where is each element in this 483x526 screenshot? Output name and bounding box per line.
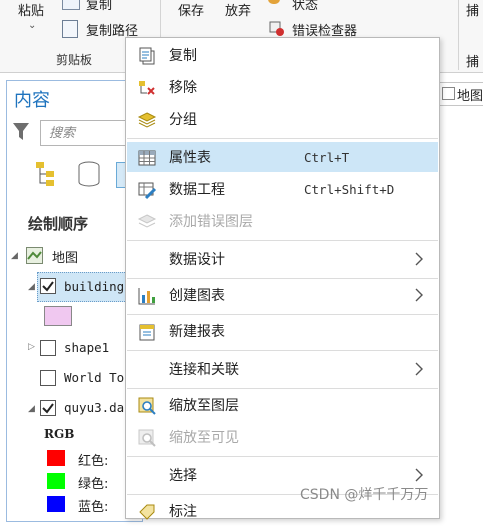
rgb-label: RGB bbox=[44, 427, 75, 441]
menu-item-label: 选择 bbox=[169, 468, 197, 484]
report-icon bbox=[137, 322, 157, 342]
menu-item-data-engineering[interactable]: 数据工程 Ctrl+Shift+D bbox=[127, 174, 438, 204]
chevron-right-icon bbox=[414, 362, 424, 376]
green-swatch[interactable] bbox=[47, 473, 65, 489]
menu-item-create-chart[interactable]: 创建图表 bbox=[127, 280, 438, 310]
menu-item-zoom-to-visible: 缩放至可见 bbox=[127, 422, 438, 452]
menu-item-data-design[interactable]: 数据设计 bbox=[127, 244, 438, 274]
layer-name-quyu3: quyu3.da bbox=[64, 400, 125, 415]
blue-label: 蓝色: bbox=[78, 500, 109, 515]
paste-button[interactable]: 粘贴 bbox=[18, 0, 44, 19]
menu-item-label: 数据工程 bbox=[169, 182, 225, 198]
layer-checkbox[interactable] bbox=[40, 278, 56, 294]
red-label: 红色: bbox=[78, 454, 109, 469]
chevron-right-icon bbox=[414, 468, 424, 482]
menu-item-label: 复制 bbox=[169, 48, 197, 64]
watermark: CSDN @烊千千万万 bbox=[300, 487, 429, 503]
menu-item-label: 创建图表 bbox=[169, 288, 225, 304]
menu-item-zoom-to-layer[interactable]: 缩放至图层 bbox=[127, 390, 438, 420]
menu-item-label: 数据设计 bbox=[169, 252, 225, 268]
green-label: 绿色: bbox=[78, 477, 109, 492]
label-icon bbox=[137, 502, 157, 522]
expand-triangle-icon[interactable]: ▷ bbox=[28, 342, 35, 352]
menu-item-shortcut: Ctrl+Shift+D bbox=[304, 181, 395, 197]
pane-title: 内容 bbox=[14, 90, 50, 111]
copy-button[interactable]: 复制 bbox=[86, 0, 112, 13]
layer-name-building: building bbox=[64, 279, 125, 294]
chart-icon bbox=[137, 286, 157, 306]
add-error-layer-icon bbox=[137, 212, 157, 232]
menu-item-label: 连接和关联 bbox=[169, 362, 239, 378]
clipboard-group-label: 剪贴板 bbox=[56, 53, 93, 67]
menu-item-label: 缩放至可见 bbox=[169, 430, 239, 446]
discard-button[interactable]: 放弃 bbox=[225, 0, 251, 19]
layer-name-world: World To bbox=[64, 370, 125, 385]
menu-item-label: 标注 bbox=[169, 504, 197, 520]
menu-separator bbox=[127, 278, 438, 279]
copy-path-icon bbox=[62, 20, 78, 38]
menu-separator bbox=[127, 456, 438, 457]
chevron-down-icon[interactable]: ⌄ bbox=[28, 20, 36, 31]
copy-icon bbox=[62, 0, 80, 10]
status-button[interactable]: 状态 bbox=[292, 0, 318, 13]
menu-item-new-report[interactable]: 新建报表 bbox=[127, 316, 438, 346]
context-menu: 复制 移除 分组 属性表 Ctrl+T 数据工程 Ctrl+Shift+D 添加… bbox=[125, 37, 440, 522]
menu-item-joins-relates[interactable]: 连接和关联 bbox=[127, 354, 438, 384]
save-button[interactable]: 保存 bbox=[178, 0, 204, 19]
copy-icon bbox=[137, 46, 157, 66]
menu-item-label: 移除 bbox=[169, 80, 197, 96]
chevron-right-icon bbox=[414, 288, 424, 302]
menu-item-group[interactable]: 分组 bbox=[127, 104, 438, 134]
menu-separator bbox=[127, 240, 438, 241]
collapse-triangle-icon[interactable]: ◢ bbox=[11, 251, 18, 261]
menu-item-copy[interactable]: 复制 bbox=[127, 40, 438, 70]
drawing-order-heading: 绘制顺序 bbox=[28, 215, 89, 233]
menu-separator bbox=[127, 314, 438, 315]
data-engineering-icon bbox=[137, 180, 157, 200]
menu-item-label: 新建报表 bbox=[169, 324, 225, 340]
menu-item-remove[interactable]: 移除 bbox=[127, 72, 438, 102]
map-icon bbox=[442, 87, 455, 100]
menu-item-label: 分组 bbox=[169, 112, 197, 128]
list-by-source-icon[interactable] bbox=[76, 160, 102, 188]
menu-separator bbox=[127, 138, 438, 139]
layer-checkbox[interactable] bbox=[40, 400, 56, 416]
collapse-triangle-icon[interactable]: ◢ bbox=[28, 404, 35, 414]
symbol-swatch[interactable] bbox=[44, 306, 72, 326]
red-swatch[interactable] bbox=[47, 450, 65, 466]
menu-item-add-error-layer: 添加错误图层 bbox=[127, 206, 438, 236]
menu-separator bbox=[127, 388, 438, 389]
remove-icon bbox=[137, 78, 157, 98]
zoom-to-layer-icon bbox=[137, 396, 157, 416]
group-icon bbox=[137, 110, 157, 130]
attribute-table-icon bbox=[137, 148, 157, 168]
menu-item-label: 添加错误图层 bbox=[169, 214, 253, 230]
layer-checkbox[interactable] bbox=[40, 370, 56, 386]
collapse-triangle-icon[interactable]: ◢ bbox=[28, 282, 35, 292]
layer-name-shape1: shape1 bbox=[64, 340, 110, 355]
tab-map[interactable]: 地图 bbox=[438, 82, 483, 106]
tab-map-label: 地图 bbox=[457, 89, 483, 104]
capture-group-label: 捕 bbox=[466, 55, 480, 70]
menu-item-label: 缩放至图层 bbox=[169, 398, 239, 414]
chevron-right-icon bbox=[414, 252, 424, 266]
map-node-label[interactable]: 地图 bbox=[52, 247, 78, 266]
menu-item-label: 属性表 bbox=[169, 150, 211, 166]
list-by-drawing-order-icon[interactable] bbox=[34, 160, 64, 188]
menu-item-shortcut: Ctrl+T bbox=[304, 149, 350, 165]
ribbon-divider-2 bbox=[458, 0, 459, 70]
layer-checkbox[interactable] bbox=[40, 340, 56, 356]
menu-separator bbox=[127, 350, 438, 351]
menu-item-attribute-table[interactable]: 属性表 Ctrl+T bbox=[127, 142, 438, 172]
filter-icon[interactable] bbox=[12, 122, 30, 140]
search-input[interactable]: 搜索 bbox=[40, 120, 136, 146]
capture-button[interactable]: 捕 bbox=[466, 0, 479, 19]
blue-swatch[interactable] bbox=[47, 496, 65, 512]
error-inspector-icon bbox=[268, 20, 286, 38]
zoom-to-visible-icon bbox=[137, 428, 157, 448]
map-icon bbox=[26, 247, 43, 264]
